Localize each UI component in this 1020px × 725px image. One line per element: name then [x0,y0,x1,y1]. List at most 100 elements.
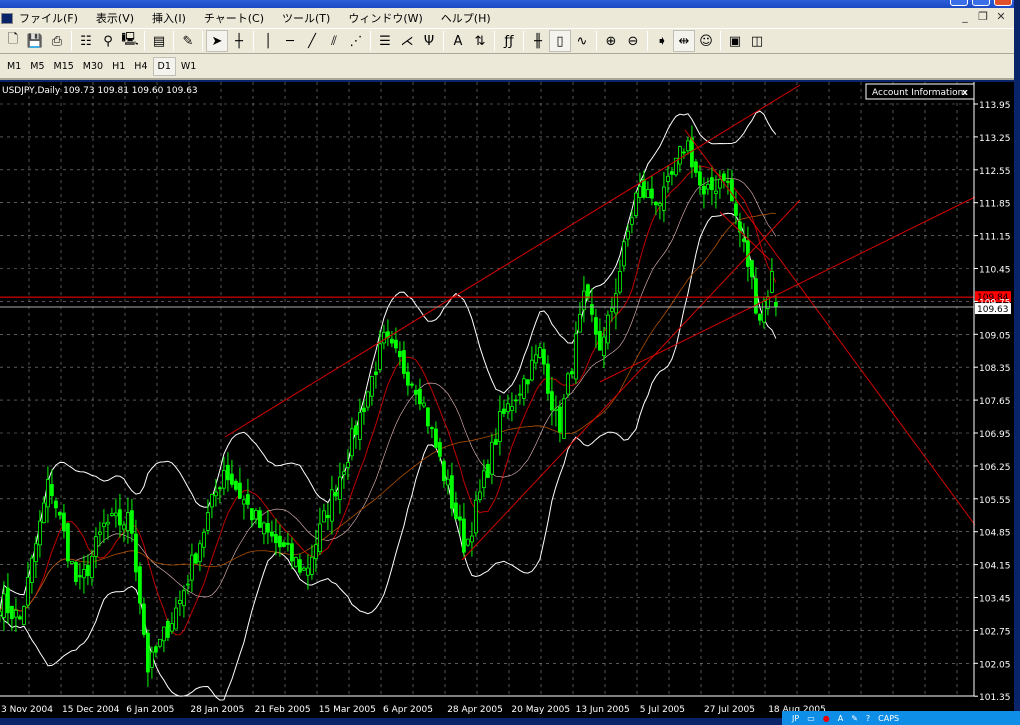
chart-shift-icon[interactable]: ⇹ [673,30,695,52]
fonts-icon[interactable]: ƒƒ [498,30,520,52]
tray-icon[interactable]: ▭ [807,714,815,723]
zoom-in-icon[interactable]: ⊕ [600,30,622,52]
autoscroll-icon[interactable]: ➧ [651,30,673,52]
menu-tools[interactable]: ツール(T) [282,10,330,26]
main-toolbar: 🗋 💾 ⎙ ☷ ⚲ 🖳 ▤ ✎ ➤ ┼ │ ─ ╱ ⫽ ⋰ ☰ ⋌ Ψ A ⇅ ƒƒ ╫ ▯ ∿ ⊕ ⊖ ➧ ⇹ ☺ ▣ ◫ [0,28,1014,54]
candle-body [190,554,194,581]
candle-body [438,442,442,457]
pitchfork-icon[interactable]: ⋌ [396,30,418,52]
timeframe-h4[interactable]: H4 [130,58,151,75]
timeframe-w1[interactable]: W1 [177,58,200,75]
line-chart-icon[interactable]: ∿ [571,30,593,52]
y-tick-label: 110.45 [979,266,1011,276]
candle-body [158,638,162,647]
metaeditor-icon[interactable]: ✎ [177,30,199,52]
candle-body [702,185,706,195]
candle-body [378,343,382,370]
candle-body [74,562,78,582]
x-tick-label: 27 Jul 2005 [704,705,755,715]
candle-body [338,476,342,500]
candlestick-icon[interactable]: ▯ [549,30,571,52]
y-tick-label: 101.35 [979,693,1011,703]
bar-chart-icon[interactable]: ╫ [527,30,549,52]
menu-insert[interactable]: 挿入(I) [152,10,186,26]
bollinger-upper-band [0,110,777,612]
x-tick-label: 28 Apr 2005 [447,705,503,715]
gann-fan-icon[interactable]: ⋰ [345,30,367,52]
crosshair-icon[interactable]: ┼ [228,30,250,52]
candle-body [154,646,158,653]
help-icon[interactable]: ? [866,714,870,723]
minimize-window-button[interactable] [950,0,968,6]
text-icon[interactable]: A [447,30,469,52]
candle-body [54,500,58,509]
toolbar-separator [647,31,648,51]
candle-body [706,183,710,190]
timeframe-h1[interactable]: H1 [108,58,129,75]
timeframe-m5[interactable]: M5 [26,58,48,75]
candle-body [238,482,242,499]
candle-body [202,531,206,548]
close-window-button[interactable] [994,0,1012,6]
candle-body [146,632,150,673]
menu-file[interactable]: ファイル(F) [19,10,78,26]
candle-body [142,603,146,635]
tray-icon[interactable]: A [838,714,843,723]
arrows-icon[interactable]: ⇅ [469,30,491,52]
cycle-lines-icon[interactable]: Ψ [418,30,440,52]
x-tick-label: 6 Apr 2005 [383,705,433,715]
candle-body [522,378,526,399]
strategy-tester-icon[interactable]: ▤ [148,30,170,52]
save-icon[interactable]: 💾 [24,30,46,52]
candle-body [310,556,314,575]
candle-body [334,491,338,497]
navigator-icon[interactable]: ⚲ [97,30,119,52]
tray-icon[interactable]: ✎ [851,714,858,723]
account-info-close-button[interactable]: x [962,88,968,98]
mdi-minimize-button[interactable]: _ [958,10,972,23]
new-chart-icon[interactable]: 🗋 [2,30,24,52]
print-icon[interactable]: ⎙ [46,30,68,52]
timeframe-d1[interactable]: D1 [152,56,176,76]
toolbar-separator [71,31,72,51]
timeframe-m15[interactable]: M15 [50,58,78,75]
trendline-icon[interactable]: ╱ [301,30,323,52]
fibonacci-icon[interactable]: ☰ [374,30,396,52]
terminal-icon[interactable]: 🖳 [119,30,141,52]
cursor-icon[interactable]: ➤ [206,30,228,52]
account-info-title: Account Information [872,88,963,98]
system-tray: JP ▭ ● A ✎ ? CAPS [782,711,1020,725]
periods-icon[interactable]: ▣ [724,30,746,52]
candle-body [562,398,566,439]
candle-body [226,464,230,481]
timeframe-m30[interactable]: M30 [79,58,107,75]
toolbar-separator [202,31,203,51]
templates-icon[interactable]: ◫ [746,30,768,52]
tray-icon[interactable]: ● [823,714,830,723]
candle-body [650,188,654,199]
candle-body [286,542,290,545]
x-tick-label: 13 Jun 2005 [576,705,630,715]
menu-window[interactable]: ウィンドウ(W) [348,10,422,26]
mdi-close-button[interactable]: ✕ [994,10,1008,23]
channel-icon[interactable]: ⫽ [323,30,345,52]
price-chart[interactable]: 109.84109.63113.95113.25112.55111.85111.… [0,82,1014,718]
candle-body [270,531,274,537]
vertical-line-icon[interactable]: │ [257,30,279,52]
candle-body [242,499,246,505]
language-indicator[interactable]: JP [792,714,799,723]
menu-chart[interactable]: チャート(C) [204,10,264,26]
candle-body [406,371,410,386]
candle-body [26,576,30,606]
mdi-restore-button[interactable]: ❐ [976,10,990,23]
zoom-out-icon[interactable]: ⊖ [622,30,644,52]
menu-view[interactable]: 表示(V) [96,10,134,26]
timeframe-m1[interactable]: M1 [3,58,25,75]
maximize-window-button[interactable] [972,0,990,6]
horizontal-line-icon[interactable]: ─ [279,30,301,52]
expert-advisor-icon[interactable]: ☺ [695,30,717,52]
chart-window[interactable]: 109.84 109.63 113.95 113.25 112.55 111.85 111.… [0,82,1014,718]
candle-body [626,230,630,240]
market-watch-icon[interactable]: ☷ [75,30,97,52]
menu-help[interactable]: ヘルプ(H) [441,10,491,26]
